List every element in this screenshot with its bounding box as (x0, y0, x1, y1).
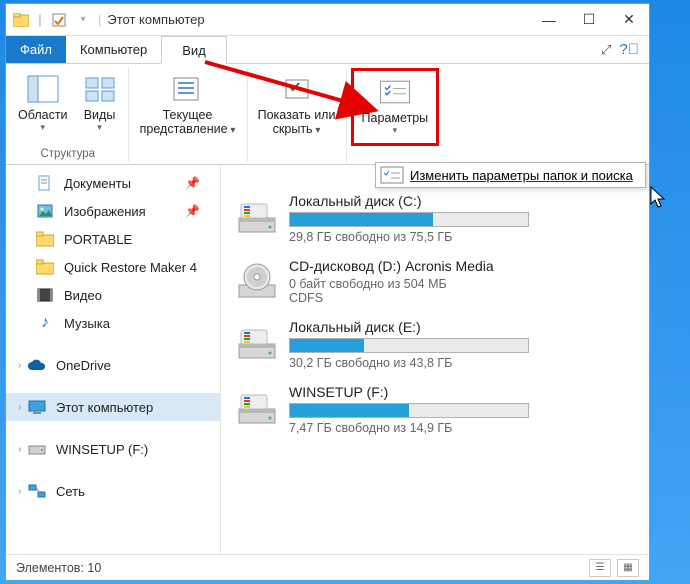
status-label: Элементов: (16, 561, 84, 575)
music-icon: ♪ (36, 314, 54, 332)
drive-subtype: CDFS (289, 291, 635, 305)
pin-icon: 📌 (185, 204, 200, 218)
explorer-window: | ▾ | Этот компьютер — ☐ ✕ Файл Компьюте… (5, 3, 650, 581)
maximize-button[interactable]: ☐ (569, 6, 609, 34)
pictures-icon (36, 202, 54, 220)
nav-video[interactable]: Видео (6, 281, 220, 309)
network-icon (28, 482, 46, 500)
nav-pictures[interactable]: Изображения 📌 (6, 197, 220, 225)
show-hide-button[interactable]: Показать или скрыть (252, 68, 342, 146)
drive-stat: 7,47 ГБ свободно из 14,9 ГБ (289, 421, 635, 435)
nav-music[interactable]: ♪ Музыка (6, 309, 220, 337)
drive-name: CD-дисковод (D:) Acronis Media (289, 258, 635, 274)
options-small-icon (380, 166, 404, 184)
statusbar: Элементов: 10 ☰ ▦ (6, 554, 649, 580)
drive-name: Локальный диск (E:) (289, 319, 635, 335)
views-button[interactable]: Виды ▾ (76, 68, 124, 146)
tab-computer[interactable]: Компьютер (66, 36, 161, 63)
current-view-button[interactable]: Текущее представление (133, 68, 243, 146)
chevron-right-icon[interactable]: › (18, 486, 21, 497)
chevron-right-icon[interactable]: › (18, 402, 21, 413)
qat-newfolder-icon[interactable]: ▾ (74, 11, 92, 29)
close-button[interactable]: ✕ (609, 6, 649, 34)
drive-name: Локальный диск (C:) (289, 193, 635, 209)
drive-item[interactable]: Локальный диск (E:) 30,2 ГБ свободно из … (235, 319, 635, 370)
nav-portable[interactable]: PORTABLE (6, 225, 220, 253)
group-current-view: Текущее представление (129, 68, 248, 162)
view-details-button[interactable]: ☰ (589, 559, 611, 577)
thispc-icon (28, 398, 46, 416)
usage-bar (289, 403, 529, 418)
minimize-button[interactable]: — (529, 6, 569, 34)
pin-icon: 📌 (185, 176, 200, 190)
usage-bar (289, 212, 529, 227)
group-options: Параметры ▾ (347, 68, 444, 162)
drive-item[interactable]: CD-дисковод (D:) Acronis Media 0 байт св… (235, 258, 635, 305)
main-pane: Локальный диск (C:) 29,8 ГБ свободно из … (221, 165, 649, 554)
view-icons-button[interactable]: ▦ (617, 559, 639, 577)
drive-icon (235, 193, 279, 237)
titlebar: | ▾ | Этот компьютер — ☐ ✕ (6, 4, 649, 36)
nav-pane: Документы 📌 Изображения 📌 PORTABLE Quick… (6, 165, 221, 554)
folder-icon (36, 230, 54, 248)
documents-icon (36, 174, 54, 192)
nav-onedrive[interactable]: › OneDrive (6, 351, 220, 379)
folder-icon (36, 258, 54, 276)
cursor-icon (650, 186, 668, 210)
help-icon[interactable]: ?⃝ (619, 41, 639, 58)
chevron-right-icon[interactable]: › (18, 360, 21, 371)
nav-network[interactable]: › Сеть (6, 477, 220, 505)
drive-icon (28, 440, 46, 458)
status-count: 10 (87, 561, 101, 575)
panes-button[interactable]: Области ▾ (12, 68, 74, 146)
usage-bar (289, 338, 529, 353)
options-dropdown-item[interactable]: Изменить параметры папок и поиска (375, 162, 646, 188)
qat-separator-icon: | (36, 11, 44, 29)
ribbon: Области ▾ Виды ▾ Структура Текущее предс (6, 64, 649, 165)
drive-icon (235, 258, 279, 302)
tab-file[interactable]: Файл (6, 36, 66, 63)
onedrive-icon (28, 356, 46, 374)
tab-view[interactable]: Вид (161, 36, 227, 64)
app-icon (12, 11, 30, 29)
nav-winsetup[interactable]: › WINSETUP (F:) (6, 435, 220, 463)
video-icon (36, 286, 54, 304)
drive-icon (235, 384, 279, 428)
options-button[interactable]: Параметры ▾ (351, 68, 440, 146)
group-show-hide: Показать или скрыть (248, 68, 347, 162)
qat-properties-icon[interactable] (50, 11, 68, 29)
group-panes: Области ▾ Виды ▾ Структура (8, 68, 129, 162)
minimize-ribbon-icon[interactable]: ⤢ (601, 42, 611, 58)
drive-item[interactable]: WINSETUP (F:) 7,47 ГБ свободно из 14,9 Г… (235, 384, 635, 435)
chevron-right-icon[interactable]: › (18, 444, 21, 455)
drive-stat: 30,2 ГБ свободно из 43,8 ГБ (289, 356, 635, 370)
content-area: Документы 📌 Изображения 📌 PORTABLE Quick… (6, 165, 649, 554)
window-title: Этот компьютер (107, 12, 529, 27)
drive-name: WINSETUP (F:) (289, 384, 635, 400)
drive-stat: 0 байт свободно из 504 МБ (289, 277, 635, 291)
nav-qrm[interactable]: Quick Restore Maker 4 (6, 253, 220, 281)
ribbon-tabs: Файл Компьютер Вид ⤢ ?⃝ (6, 36, 649, 64)
nav-documents[interactable]: Документы 📌 (6, 169, 220, 197)
nav-thispc[interactable]: › Этот компьютер (6, 393, 220, 421)
drive-icon (235, 319, 279, 363)
drive-stat: 29,8 ГБ свободно из 75,5 ГБ (289, 230, 635, 244)
drive-item[interactable]: Локальный диск (C:) 29,8 ГБ свободно из … (235, 193, 635, 244)
